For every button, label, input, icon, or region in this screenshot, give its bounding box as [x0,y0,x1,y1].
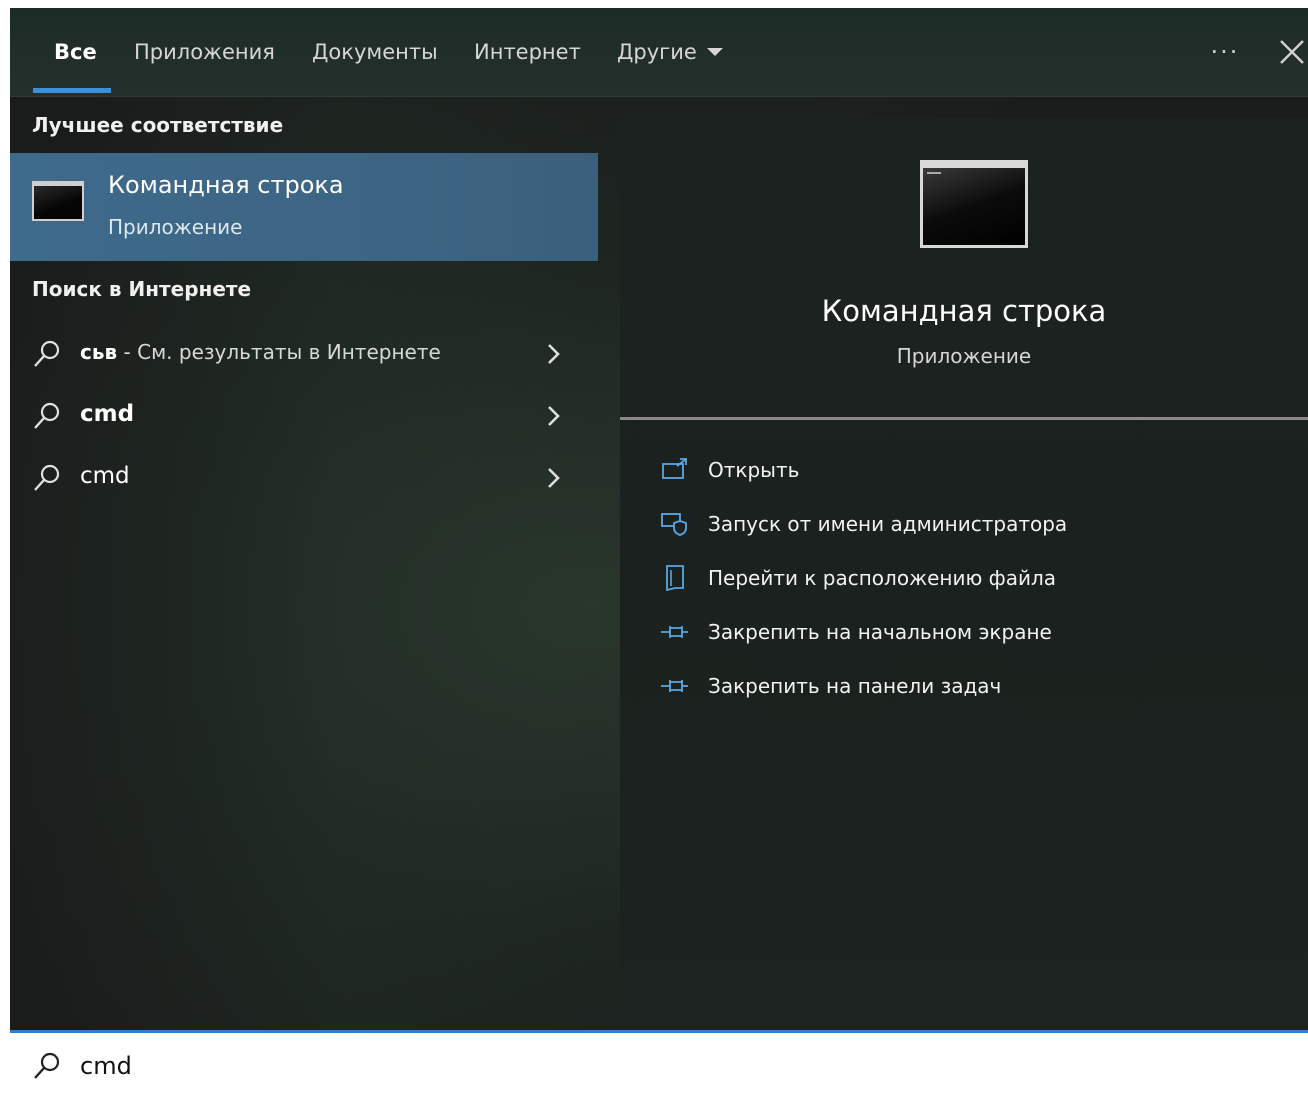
search-icon [34,340,60,367]
shield-icon [661,513,687,536]
pin-icon [661,680,688,692]
more-options-button[interactable]: ··· [1208,32,1242,72]
results-panel: Лучшее соответствие Командная строка При… [10,97,598,1032]
open-icon [662,458,687,479]
search-icon [34,1052,60,1079]
tab-apps[interactable]: Приложения [134,8,275,96]
chevron-down-icon [706,48,723,56]
chevron-right-icon [548,406,560,426]
search-icon [34,402,60,429]
best-match-subtitle: Приложение [108,215,243,239]
action-pin-start-label: Закрепить на начальном экране [708,620,1052,644]
web-result-query: cmd [80,463,130,489]
web-result-hint: - См. результаты в Интернете [117,340,441,364]
best-match-title: Командная строка [108,171,344,199]
web-search-heading: Поиск в Интернете [32,277,252,301]
action-pin-taskbar-label: Закрепить на панели задач [708,674,1002,698]
preview-divider [620,417,1308,420]
chevron-right-icon [548,468,560,488]
web-result-query: сьв [80,340,118,364]
search-input[interactable] [78,1047,982,1085]
close-button[interactable] [1276,32,1308,72]
web-result-row[interactable]: cmd [10,387,598,445]
close-icon [1280,40,1304,64]
action-pin-taskbar[interactable]: Закрепить на панели задач [660,666,1001,706]
search-icon [34,464,60,491]
tab-other[interactable]: Другие [617,8,723,96]
preview-subtitle: Приложение [896,344,1032,368]
web-result-query: cmd [80,401,135,427]
action-open-label: Открыть [708,458,800,482]
best-match-heading: Лучшее соответствие [32,113,284,137]
tab-other-label: Другие [617,40,697,64]
action-run-as-admin-label: Запуск от имени администратора [708,512,1068,536]
tab-internet[interactable]: Интернет [474,8,581,96]
preview-panel: Командная строка Приложение Открыть Запу… [620,118,1308,1032]
tab-documents[interactable]: Документы [312,8,438,96]
tab-bar: Все Приложения Документы Интернет Другие… [10,8,1308,97]
web-result-row[interactable]: cmd [10,449,598,507]
search-window: Все Приложения Документы Интернет Другие… [10,8,1308,1096]
active-tab-indicator [33,88,111,93]
web-result-row[interactable]: сьв - См. результаты в Интернете [10,325,598,383]
search-bar [10,1030,1308,1096]
action-open[interactable]: Открыть [660,450,799,490]
action-open-file-location[interactable]: Перейти к расположению файла [660,558,1056,598]
action-open-file-location-label: Перейти к расположению файла [708,566,1057,590]
preview-title: Командная строка [821,294,1107,328]
pin-icon [661,626,688,638]
action-pin-start[interactable]: Закрепить на начальном экране [660,612,1052,652]
cmd-large-icon [920,160,1028,248]
tab-all[interactable]: Все [54,8,97,96]
folder-location-icon [666,565,684,592]
action-run-as-admin[interactable]: Запуск от имени администратора [660,504,1067,544]
best-match-item[interactable]: Командная строка Приложение [10,153,598,261]
chevron-right-icon [548,344,560,364]
cmd-icon [32,181,84,221]
